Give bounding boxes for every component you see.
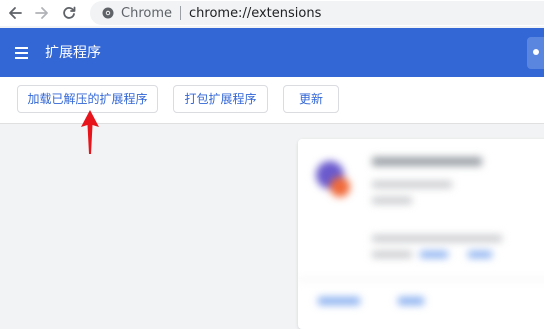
extensions-header: 扩展程序 [0, 28, 544, 77]
back-button[interactable] [4, 2, 26, 24]
load-unpacked-button[interactable]: 加载已解压的扩展程序 [17, 85, 158, 113]
reload-icon [63, 6, 76, 19]
omnibox[interactable]: Chrome chrome://extensions [90, 1, 544, 25]
extension-card-blurred-content [298, 139, 544, 329]
extension-link-placeholder [420, 251, 448, 258]
hamburger-menu-icon[interactable] [14, 44, 32, 62]
omnibox-url: chrome://extensions [189, 5, 322, 21]
arrow-right-icon [35, 7, 48, 19]
extension-name-placeholder [372, 157, 482, 166]
update-button[interactable]: 更新 [283, 85, 339, 113]
chrome-info-icon [102, 7, 114, 19]
extension-description-placeholder [372, 235, 502, 242]
browser-toolbar: Chrome chrome://extensions [0, 0, 544, 26]
arrow-left-icon [9, 7, 22, 19]
search-icon [533, 49, 539, 55]
extension-icon [316, 161, 350, 197]
remove-button-placeholder [398, 297, 424, 305]
red-up-arrow-icon [81, 110, 99, 154]
forward-button[interactable] [31, 2, 53, 24]
extension-id-placeholder [372, 251, 412, 258]
extension-link-placeholder [468, 251, 492, 258]
pack-extension-button[interactable]: 打包扩展程序 [173, 85, 268, 113]
extension-version-placeholder [372, 181, 452, 188]
extension-meta-placeholder [372, 197, 412, 204]
page-title: 扩展程序 [45, 45, 101, 61]
extension-card [298, 139, 544, 329]
card-divider [298, 279, 544, 280]
omnibox-separator [180, 6, 181, 20]
details-button-placeholder [318, 297, 360, 305]
search-button[interactable] [527, 37, 544, 69]
reload-button[interactable] [58, 2, 80, 24]
omnibox-site-name: Chrome [121, 5, 172, 21]
